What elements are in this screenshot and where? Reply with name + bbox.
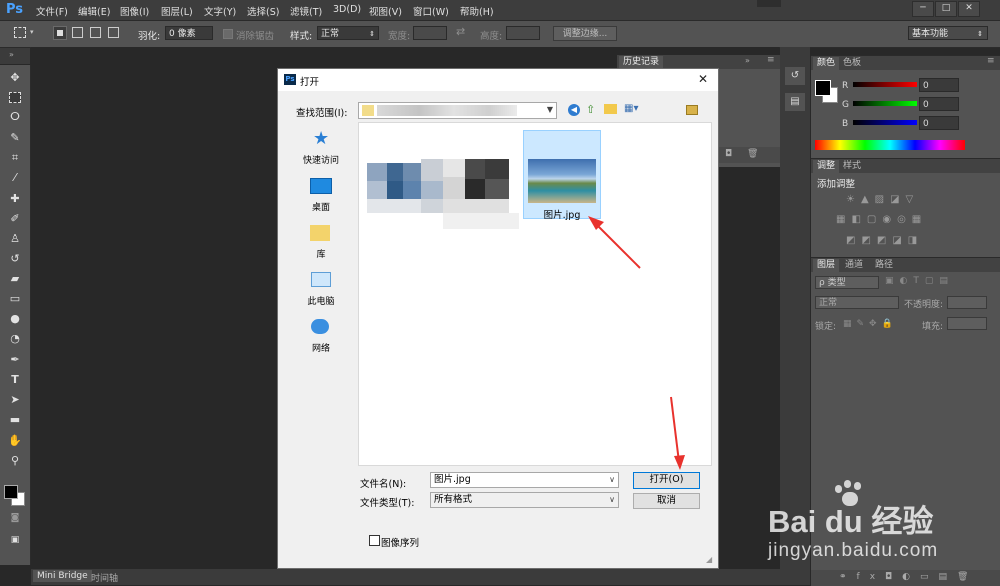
arrow-to-file (588, 216, 641, 269)
arrow-to-open-button (670, 396, 685, 470)
foreground-color-swatch[interactable] (4, 485, 18, 499)
watermark: Bai du 经验 jingyan.baidu.com (760, 480, 1000, 582)
foreground-color-swatch[interactable] (815, 80, 831, 96)
watermark-url: jingyan.baidu.com (768, 540, 939, 561)
watermark-brand: Bai du 经验 (768, 504, 934, 539)
